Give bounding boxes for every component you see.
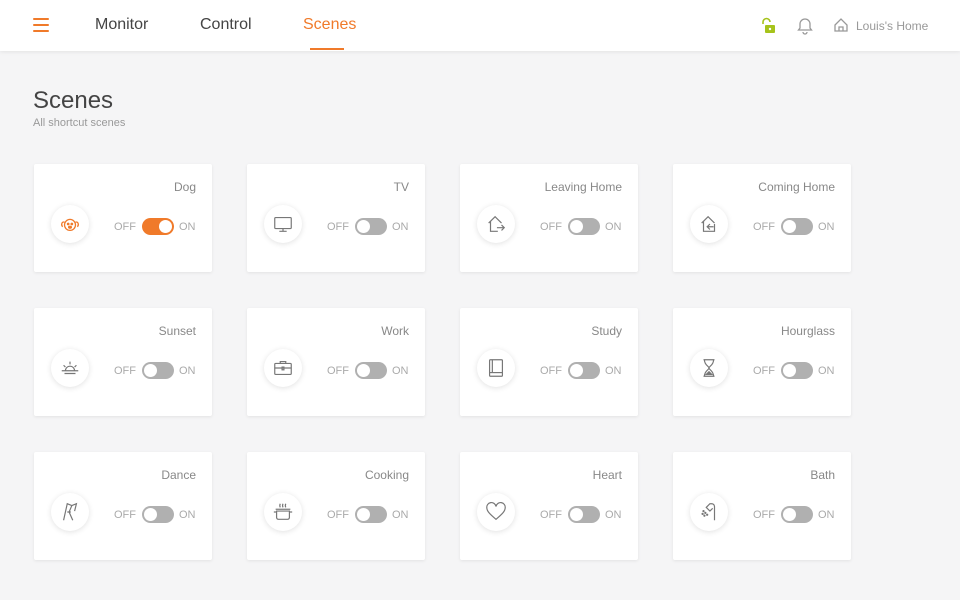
dance-icon bbox=[51, 493, 89, 531]
bell-icon[interactable] bbox=[797, 17, 813, 35]
scene-card-sunset[interactable]: Sunset OFF ON bbox=[34, 308, 212, 416]
off-label: OFF bbox=[753, 509, 775, 521]
briefcase-icon bbox=[264, 349, 302, 387]
dog-icon bbox=[51, 205, 89, 243]
scene-title: Hourglass bbox=[780, 324, 835, 338]
scene-title: Dog bbox=[173, 180, 196, 194]
scene-title: TV bbox=[393, 180, 409, 194]
scene-card-dog[interactable]: Dog OFF ON bbox=[34, 164, 212, 272]
off-label: OFF bbox=[327, 509, 349, 521]
on-label: ON bbox=[179, 221, 196, 233]
book-icon bbox=[477, 349, 515, 387]
scene-title: Dance bbox=[161, 468, 196, 482]
scene-title: Work bbox=[381, 324, 409, 338]
scene-card-heart[interactable]: Heart OFF ON bbox=[460, 452, 638, 560]
scene-card-study[interactable]: Study OFF ON bbox=[460, 308, 638, 416]
scene-toggle[interactable] bbox=[781, 218, 813, 235]
off-label: OFF bbox=[540, 365, 562, 377]
scene-title: Bath bbox=[810, 468, 835, 482]
off-label: OFF bbox=[540, 509, 562, 521]
off-label: OFF bbox=[114, 365, 136, 377]
scene-card-leaving-home[interactable]: Leaving Home OFF ON bbox=[460, 164, 638, 272]
home-name[interactable]: Louis's Home bbox=[856, 19, 928, 33]
scene-card-tv[interactable]: TV OFF ON bbox=[247, 164, 425, 272]
scene-title: Cooking bbox=[364, 468, 409, 482]
scene-title: Study bbox=[591, 324, 622, 338]
scene-card-cooking[interactable]: Cooking OFF ON bbox=[247, 452, 425, 560]
tab-control[interactable]: Control bbox=[200, 16, 252, 34]
on-label: ON bbox=[392, 221, 409, 233]
scene-card-hourglass[interactable]: Hourglass OFF ON bbox=[673, 308, 851, 416]
off-label: OFF bbox=[540, 221, 562, 233]
on-label: ON bbox=[818, 509, 835, 521]
on-label: ON bbox=[179, 365, 196, 377]
scene-toggle[interactable] bbox=[781, 362, 813, 379]
on-label: ON bbox=[818, 365, 835, 377]
on-label: ON bbox=[605, 509, 622, 521]
active-tab-indicator bbox=[310, 48, 344, 50]
scene-card-bath[interactable]: Bath OFF ON bbox=[673, 452, 851, 560]
scene-toggle[interactable] bbox=[568, 218, 600, 235]
off-label: OFF bbox=[753, 221, 775, 233]
scene-toggle[interactable] bbox=[142, 362, 174, 379]
off-label: OFF bbox=[327, 221, 349, 233]
scene-title: Sunset bbox=[158, 324, 196, 338]
pot-icon bbox=[264, 493, 302, 531]
scene-toggle[interactable] bbox=[568, 506, 600, 523]
scene-card-work[interactable]: Work OFF ON bbox=[247, 308, 425, 416]
on-label: ON bbox=[818, 221, 835, 233]
scene-title: Leaving Home bbox=[544, 180, 622, 194]
on-label: ON bbox=[179, 509, 196, 521]
scene-title: Heart bbox=[592, 468, 622, 482]
menu-icon[interactable] bbox=[33, 18, 49, 32]
off-label: OFF bbox=[753, 365, 775, 377]
tv-icon bbox=[264, 205, 302, 243]
top-bar: Monitor Control Scenes Louis's Home bbox=[0, 0, 960, 51]
scene-title: Coming Home bbox=[758, 180, 835, 194]
heart-icon bbox=[477, 493, 515, 531]
scene-toggle[interactable] bbox=[142, 218, 174, 235]
scene-toggle[interactable] bbox=[568, 362, 600, 379]
on-label: ON bbox=[605, 221, 622, 233]
off-label: OFF bbox=[114, 509, 136, 521]
on-label: ON bbox=[392, 365, 409, 377]
scene-toggle[interactable] bbox=[355, 362, 387, 379]
page-title: Scenes bbox=[33, 87, 114, 114]
sunset-icon bbox=[51, 349, 89, 387]
unlock-icon[interactable] bbox=[759, 17, 777, 35]
scene-card-coming-home[interactable]: Coming Home OFF ON bbox=[673, 164, 851, 272]
hourglass-icon bbox=[690, 349, 728, 387]
leaving-home-icon bbox=[477, 205, 515, 243]
shower-icon bbox=[690, 493, 728, 531]
home-icon[interactable] bbox=[833, 17, 849, 33]
scene-card-dance[interactable]: Dance OFF ON bbox=[34, 452, 212, 560]
on-label: ON bbox=[605, 365, 622, 377]
off-label: OFF bbox=[327, 365, 349, 377]
off-label: OFF bbox=[114, 221, 136, 233]
scene-toggle[interactable] bbox=[781, 506, 813, 523]
tab-monitor[interactable]: Monitor bbox=[95, 16, 148, 34]
scene-toggle[interactable] bbox=[355, 218, 387, 235]
scene-toggle[interactable] bbox=[142, 506, 174, 523]
scene-toggle[interactable] bbox=[355, 506, 387, 523]
tab-scenes[interactable]: Scenes bbox=[303, 16, 356, 34]
on-label: ON bbox=[392, 509, 409, 521]
page-subtitle: All shortcut scenes bbox=[33, 117, 126, 129]
coming-home-icon bbox=[690, 205, 728, 243]
